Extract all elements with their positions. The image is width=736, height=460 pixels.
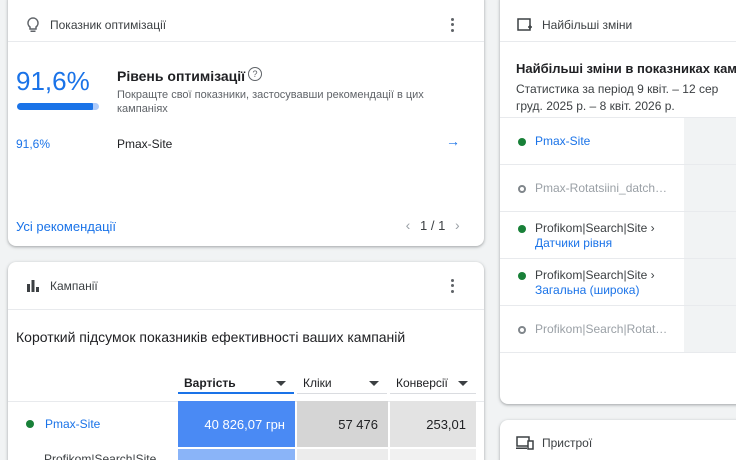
recommendations-pager: ‹ 1 / 1 › [400,216,465,234]
optimization-title: Рівень оптимізації [117,68,246,84]
status-paused-icon [518,185,526,193]
cost-cell-partial [178,449,295,460]
changes-card-title: Найбільші зміни [542,17,633,32]
list-item[interactable]: Profikom|Search|Site › Загальна (широка) [500,258,736,305]
optimization-score-bar [17,103,99,110]
more-options-icon[interactable] [446,277,458,295]
campaign-optimization-name: Pmax-Site [117,137,173,151]
conversions-cell-partial [390,449,476,460]
optimization-card-header: Показник оптимізації [8,0,484,42]
devices-card: Пристрої [500,420,736,460]
clicks-cell-partial [297,449,388,460]
chevron-right-icon[interactable]: › [449,216,465,234]
lightbulb-icon [24,16,42,34]
cost-cell: 40 826,07 грн [178,401,295,447]
list-item[interactable]: Profikom|Search|Rotat… [500,305,736,353]
column-header-clicks[interactable]: Кліки [297,376,387,394]
changes-subtitle-line2: груд. 2025 р. – 8 квіт. 2026 р. [516,99,675,113]
campaigns-card-title: Кампанії [50,278,98,293]
changes-subtitle-line1: Статистика за період 9 квіт. – 12 сер [516,82,719,96]
optimization-score-card: Показник оптимізації [8,0,484,246]
status-enabled-icon [518,272,526,280]
all-recommendations-link[interactable]: Усі рекомендації [16,219,116,234]
campaign-optimization-score: 91,6% [16,137,51,151]
bar-chart-icon [24,277,42,295]
change-item-adgroup[interactable]: Загальна (широка) [535,283,655,298]
column-cost-label: Вартість [184,376,236,390]
table-row-campaign[interactable]: Pmax-Site [26,417,100,431]
column-clicks-label: Кліки [303,376,332,390]
trending-icon [516,16,534,34]
clicks-cell: 57 476 [297,401,388,447]
change-item-campaign: Profikom|Search|Site › [535,268,655,282]
pager-label: 1 / 1 [420,217,446,233]
column-header-cost[interactable]: Вартість [178,376,294,394]
status-enabled-icon [518,138,526,146]
devices-icon [516,434,534,452]
optimization-description: Покращте свої показники, застосувавши ре… [117,89,424,115]
column-conversions-label: Конверсії [396,376,448,390]
conversions-cell: 253,01 [390,401,476,447]
change-item-campaign: Profikom|Search|Site › [535,221,655,235]
sort-dropdown-icon[interactable] [276,381,286,386]
status-paused-icon [518,326,526,334]
sort-dropdown-icon[interactable] [369,381,379,386]
campaigns-card-header: Кампанії [8,262,484,310]
more-options-icon[interactable] [446,16,458,34]
list-item[interactable]: Profikom|Search|Site › Датчики рівня [500,211,736,258]
optimization-score-value: 91,6% [16,66,90,96]
changes-subtitle: Статистика за період 9 квіт. – 12 сер гр… [516,81,718,115]
change-item-name[interactable]: Pmax-Site [535,134,590,149]
changes-card-header: Найбільші зміни [500,0,736,42]
changes-title: Найбільші зміни в показниках кам [516,61,736,76]
sort-dropdown-icon[interactable] [458,381,468,386]
change-item-name[interactable]: Pmax-Rotatsiini_datch… [535,181,667,196]
devices-card-title: Пристрої [542,436,593,450]
status-enabled-icon [518,225,526,233]
campaign-name[interactable]: Profikom|Search|Site [44,452,156,460]
help-icon[interactable]: ? [248,67,262,81]
chevron-left-icon[interactable]: ‹ [400,216,416,234]
arrow-right-icon[interactable]: → [446,133,460,149]
column-header-conversions[interactable]: Конверсії [390,376,476,394]
optimization-card-title: Показник оптимізації [50,17,167,32]
status-enabled-icon [26,420,34,428]
campaigns-summary-title: Короткий підсумок показників ефективност… [16,329,406,345]
campaign-name-link[interactable]: Pmax-Site [45,417,100,431]
list-item[interactable]: Pmax-Site [500,117,736,164]
list-item[interactable]: Pmax-Rotatsiini_datch… [500,164,736,211]
change-item-adgroup[interactable]: Датчики рівня [535,236,655,251]
devices-card-header: Пристрої [500,420,736,460]
change-item-name[interactable]: Profikom|Search|Rotat… [535,322,667,337]
